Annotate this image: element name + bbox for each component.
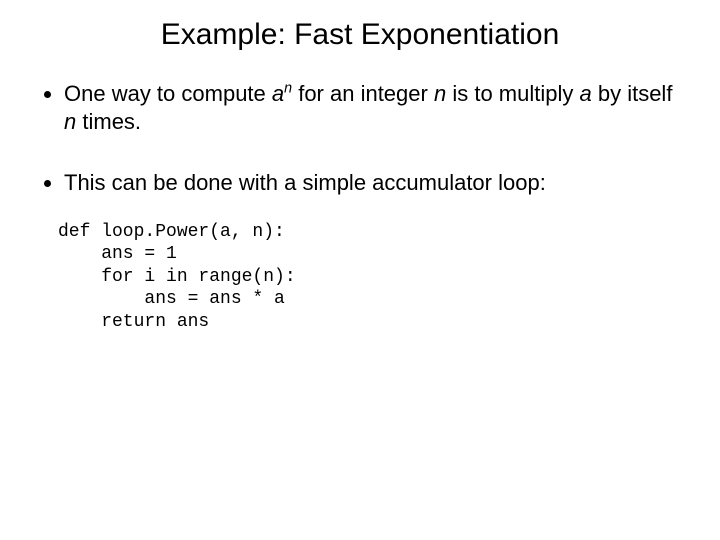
bullet-list: One way to compute an for an integer n i… (40, 80, 680, 197)
bullet-1-text-4: by itself (592, 81, 673, 106)
bullet-1-exponent: n (284, 81, 292, 97)
bullet-1-n2: n (64, 109, 76, 134)
code-block: def loop.Power(a, n): ans = 1 for i in r… (58, 221, 680, 334)
bullet-2: This can be done with a simple accumulat… (64, 169, 680, 197)
bullet-1-n: n (434, 81, 446, 106)
bullet-1-text-2: for an integer (292, 81, 434, 106)
bullet-1-a: a (579, 81, 591, 106)
bullet-1: One way to compute an for an integer n i… (64, 80, 680, 135)
slide-title: Example: Fast Exponentiation (40, 18, 680, 52)
bullet-1-text-1: One way to compute (64, 81, 272, 106)
bullet-1-text-5: times. (76, 109, 141, 134)
slide: Example: Fast Exponentiation One way to … (0, 0, 720, 540)
bullet-1-base: a (272, 81, 284, 106)
bullet-1-text-3: is to multiply (446, 81, 579, 106)
